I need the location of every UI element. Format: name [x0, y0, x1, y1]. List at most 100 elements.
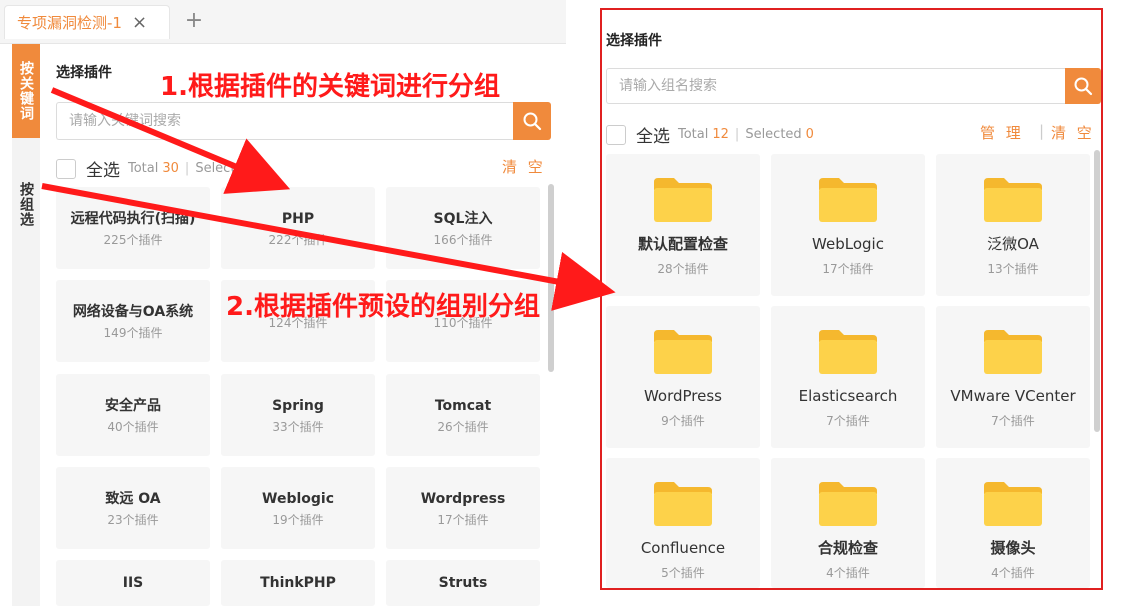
folder-icon	[984, 482, 1042, 526]
selected-value: 0	[805, 127, 814, 142]
card-name: SQL注入	[433, 210, 493, 227]
keyword-card[interactable]: Struts	[386, 560, 540, 606]
keyword-card[interactable]: 远程代码执行(扫描) 225个插件	[56, 187, 210, 269]
card-name: 合规检查	[817, 539, 878, 557]
card-name: WebLogic	[812, 235, 884, 253]
folder-icon	[819, 330, 877, 374]
keyword-card[interactable]: 致远 OA 23个插件	[56, 467, 210, 549]
card-count: 26个插件	[437, 419, 489, 434]
select-all-checkbox[interactable]	[56, 158, 76, 179]
clear-button[interactable]: 清 空	[1051, 122, 1095, 143]
total-value: 30	[162, 161, 179, 176]
card-count: 149个插件	[103, 325, 163, 340]
scrollbar[interactable]	[1094, 150, 1100, 432]
search-icon	[1074, 77, 1093, 96]
card-name: 致远 OA	[105, 490, 161, 507]
search-icon	[523, 112, 542, 131]
keyword-card[interactable]: 网络设备与OA系统 149个插件	[56, 280, 210, 362]
vtab-by-keyword[interactable]: 按关键词	[12, 44, 40, 138]
annotation-group: 2.根据插件预设的组别分组	[226, 292, 540, 322]
group-search-input[interactable]	[606, 68, 1065, 104]
add-tab-icon[interactable]: +	[180, 8, 208, 36]
tab-special-scan[interactable]: 专项漏洞检测-1 ×	[4, 5, 170, 39]
folder-icon	[984, 330, 1042, 374]
selected-label: Selected	[745, 127, 802, 142]
card-name: Elasticsearch	[798, 387, 898, 405]
group-card[interactable]: 摄像头 4个插件	[936, 458, 1090, 588]
divider: |	[1039, 122, 1045, 140]
keyword-card[interactable]: Tomcat 26个插件	[386, 374, 540, 456]
close-icon[interactable]: ×	[132, 13, 147, 32]
group-card[interactable]: 默认配置检查 28个插件	[606, 154, 760, 296]
card-count: 17个插件	[437, 512, 489, 527]
card-count: 19个插件	[272, 512, 324, 527]
card-name: Confluence	[640, 539, 726, 557]
search-button[interactable]	[513, 102, 551, 140]
folder-icon	[654, 178, 712, 222]
card-name: PHP	[281, 210, 315, 227]
card-count: 13个插件	[987, 262, 1039, 276]
annotation-keyword: 1.根据插件的关键词进行分组	[160, 72, 500, 102]
card-name: 默认配置检查	[637, 235, 728, 253]
card-count: 5个插件	[661, 566, 705, 580]
card-name: 远程代码执行(扫描)	[70, 210, 196, 227]
vertical-nav: 按关键词 按组选	[12, 44, 40, 606]
group-card[interactable]: 合规检查 4个插件	[771, 458, 925, 588]
keyword-card[interactable]: ThinkPHP	[221, 560, 375, 606]
card-name: 摄像头	[990, 539, 1036, 557]
divider: |	[734, 127, 740, 142]
group-search	[606, 68, 1101, 104]
keyword-card[interactable]: Spring 33个插件	[221, 374, 375, 456]
card-name: Struts	[438, 575, 488, 591]
group-card[interactable]: VMware VCenter 7个插件	[936, 306, 1090, 448]
card-count: 28个插件	[657, 262, 709, 276]
select-all-checkbox[interactable]	[606, 124, 626, 145]
folder-icon	[654, 482, 712, 526]
group-card[interactable]: 泛微OA 13个插件	[936, 154, 1090, 296]
group-card[interactable]: WordPress 9个插件	[606, 306, 760, 448]
select-row: 全选 Total 30 | Selected 0	[56, 156, 264, 181]
keyword-card[interactable]: IIS	[56, 560, 210, 606]
clear-button[interactable]: 清 空	[502, 156, 546, 177]
folder-icon	[654, 330, 712, 374]
search-button[interactable]	[1065, 68, 1101, 104]
card-count: 7个插件	[991, 414, 1035, 428]
card-name: Wordpress	[420, 490, 506, 507]
keyword-card[interactable]: Weblogic 19个插件	[221, 467, 375, 549]
total-label: Total	[678, 127, 709, 142]
folder-icon	[819, 178, 877, 222]
keyword-card[interactable]: PHP 222个插件	[221, 187, 375, 269]
card-count: 40个插件	[107, 419, 159, 434]
select-all-label[interactable]: 全选	[636, 122, 670, 147]
scrollbar[interactable]	[548, 184, 554, 372]
card-name: 安全产品	[105, 397, 161, 414]
keyword-card[interactable]: Wordpress 17个插件	[386, 467, 540, 549]
vtab-by-group[interactable]: 按组选	[12, 154, 40, 254]
card-name: 泛微OA	[987, 235, 1039, 253]
card-name: IIS	[122, 575, 144, 591]
card-count: 4个插件	[826, 566, 870, 580]
folder-icon	[819, 482, 877, 526]
card-count: 222个插件	[268, 232, 328, 247]
card-count: 17个插件	[822, 262, 874, 276]
group-card[interactable]: WebLogic 17个插件	[771, 154, 925, 296]
keyword-search-input[interactable]	[56, 102, 513, 140]
keyword-panel: 选择插件 全选 Total 30 | Selected 0 清 空 远程代码执行…	[40, 44, 566, 606]
panel-title: 选择插件	[56, 65, 112, 81]
keyword-card[interactable]: SQL注入 166个插件	[386, 187, 540, 269]
card-count: 4个插件	[991, 566, 1035, 580]
select-all-label[interactable]: 全选	[86, 156, 120, 181]
card-count: 23个插件	[107, 512, 159, 527]
card-name: Weblogic	[262, 490, 334, 507]
card-name: Spring	[272, 397, 324, 414]
card-name: Tomcat	[434, 397, 492, 414]
selected-value: 0	[255, 161, 264, 176]
group-card[interactable]: Elasticsearch 7个插件	[771, 306, 925, 448]
panel-title: 选择插件	[606, 33, 662, 49]
manage-button[interactable]: 管 理	[980, 122, 1024, 143]
keyword-card[interactable]: 安全产品 40个插件	[56, 374, 210, 456]
card-name: WordPress	[643, 387, 723, 405]
card-count: 7个插件	[826, 414, 870, 428]
divider: |	[184, 161, 190, 176]
group-card[interactable]: Confluence 5个插件	[606, 458, 760, 588]
